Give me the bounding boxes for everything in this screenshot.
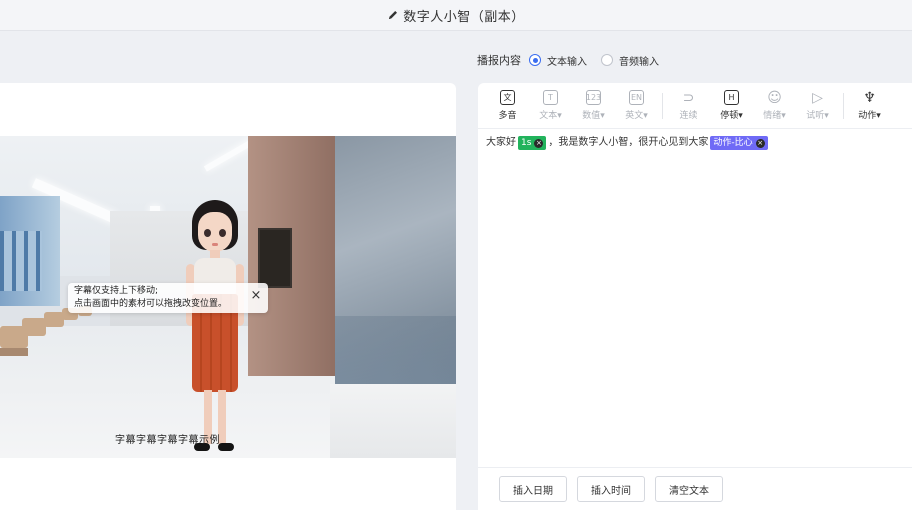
- tooltip-line-1: 字幕仅支持上下移动;: [74, 286, 159, 296]
- tool-polyphone[interactable]: 文 多音: [486, 83, 529, 129]
- content-type-selector: 播报内容 文本输入 音频输入: [477, 50, 673, 70]
- title-bar: 数字人小智（副本）: [0, 0, 912, 30]
- scene-window: [0, 231, 42, 291]
- toolbar-divider: [662, 92, 663, 119]
- remove-tag-icon[interactable]: ×: [534, 138, 544, 148]
- page-title: 数字人小智（副本）: [403, 9, 525, 25]
- action-icon: ♆: [863, 89, 876, 106]
- clear-text-button[interactable]: 清空文本: [655, 476, 723, 502]
- content-type-label: 播报内容: [477, 54, 521, 67]
- tool-pause[interactable]: H 停顿▾: [710, 83, 753, 129]
- tool-emotion[interactable]: ☺ 情绪▾: [753, 83, 796, 129]
- subtitle-caption[interactable]: 字幕字幕字幕字幕示例: [115, 431, 220, 446]
- digital-human-avatar[interactable]: [180, 196, 250, 458]
- scene-chairs: [0, 306, 120, 366]
- tool-number[interactable]: 123 数值▾: [572, 83, 615, 129]
- continuous-icon: ⊃: [682, 89, 695, 106]
- radio-audio-input-label: 音频输入: [619, 56, 659, 68]
- english-icon: EN: [629, 90, 644, 105]
- tool-preview-listen[interactable]: ▷ 试听▾: [796, 83, 839, 129]
- avatar-face: [198, 212, 232, 252]
- polyphone-icon: 文: [500, 90, 515, 105]
- number-icon: 123: [586, 90, 601, 105]
- scene-right-floor: [330, 384, 456, 458]
- subtitle-hint-tooltip: 字幕仅支持上下移动; 点击画面中的素材可以拖拽改变位置。 ×: [68, 283, 268, 313]
- tool-text[interactable]: T 文本▾: [529, 83, 572, 129]
- insert-date-button[interactable]: 插入日期: [499, 476, 567, 502]
- tooltip-line-2: 点击画面中的素材可以拖拽改变位置。: [74, 299, 228, 309]
- tool-action[interactable]: ♆ 动作▾: [848, 83, 891, 129]
- emotion-icon: ☺: [767, 89, 782, 106]
- play-icon: ▷: [812, 89, 823, 106]
- close-icon[interactable]: ×: [250, 289, 262, 302]
- tool-continuous[interactable]: ⊃ 连续: [667, 83, 710, 129]
- script-text-segment: ，我是数字人小智，很开心见到大家: [548, 137, 709, 148]
- text-icon: T: [543, 90, 558, 105]
- radio-text-input[interactable]: 文本输入: [529, 53, 587, 68]
- action-tag[interactable]: 动作-比心 ×: [710, 136, 768, 150]
- script-text-segment: 大家好: [486, 137, 516, 148]
- radio-audio-input[interactable]: 音频输入: [601, 53, 659, 68]
- scene-gray-wall-shade: [335, 316, 456, 386]
- radio-text-input-label: 文本输入: [547, 56, 587, 68]
- toolbar-divider: [843, 92, 844, 119]
- editor-panel: 文 多音 T 文本▾ 123 数值▾ EN 英文▾ ⊃ 连续 H 停顿▾ ☺ 情…: [478, 83, 912, 510]
- insert-time-button[interactable]: 插入时间: [577, 476, 645, 502]
- sub-header: [0, 30, 912, 60]
- pause-tag[interactable]: 1s ×: [518, 136, 547, 150]
- remove-tag-icon[interactable]: ×: [755, 138, 765, 148]
- radio-dot[interactable]: [601, 54, 613, 66]
- radio-dot-selected[interactable]: [529, 54, 541, 66]
- scene-tv: [258, 228, 292, 288]
- tool-english[interactable]: EN 英文▾: [615, 83, 658, 129]
- pause-icon: H: [724, 90, 739, 105]
- editor-toolbar: 文 多音 T 文本▾ 123 数值▾ EN 英文▾ ⊃ 连续 H 停顿▾ ☺ 情…: [478, 83, 912, 129]
- editor-footer: 插入日期 插入时间 清空文本: [478, 467, 912, 510]
- script-text-area[interactable]: 大家好 1s × ，我是数字人小智，很开心见到大家 动作-比心 ×: [486, 135, 906, 151]
- pencil-icon[interactable]: [387, 9, 399, 21]
